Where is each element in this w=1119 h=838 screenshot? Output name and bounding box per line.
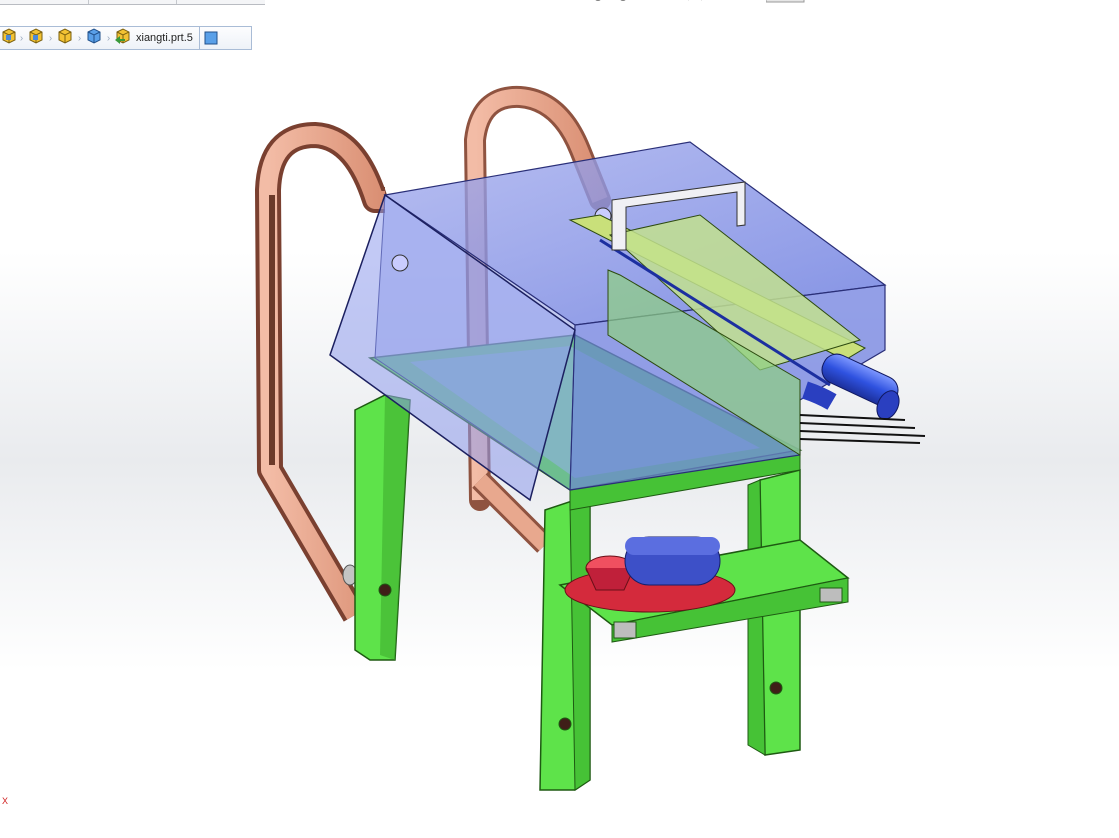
- leg-front-right: [539, 493, 591, 791]
- coordinate-triad: X: [2, 796, 8, 806]
- 3d-model-viewport[interactable]: [0, 0, 1119, 838]
- triad-x-label: X: [2, 796, 9, 806]
- leg-front-left: [354, 394, 411, 661]
